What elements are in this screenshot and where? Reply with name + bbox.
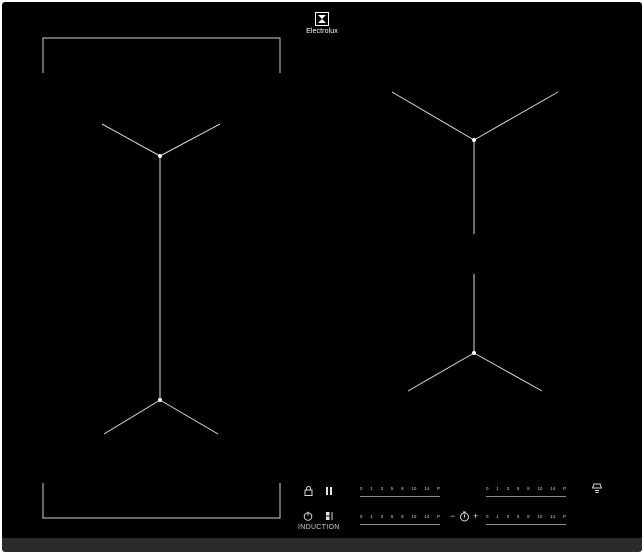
slider-track bbox=[486, 524, 566, 525]
slider-tick: 1 bbox=[370, 514, 373, 519]
power-slider-left-lower[interactable]: 0 1 3 5 8 10 14 P bbox=[360, 514, 440, 526]
lock-icon[interactable] bbox=[304, 486, 313, 499]
slider-tick: 0 bbox=[360, 514, 363, 519]
slider-ticks: 0 1 3 5 8 10 14 P bbox=[486, 486, 566, 492]
slider-tick: 5 bbox=[390, 486, 394, 491]
slider-tick: 1 bbox=[370, 486, 373, 491]
slider-tick: 3 bbox=[506, 514, 510, 519]
right-upper-zone-dot bbox=[472, 138, 476, 142]
power-icon[interactable] bbox=[303, 511, 313, 524]
right-upper-zone-markings bbox=[391, 91, 559, 234]
slider-tick: 1 bbox=[496, 514, 499, 519]
slider-ticks: 0 1 3 5 8 10 14 P bbox=[486, 514, 566, 520]
hob-frame-edge bbox=[2, 538, 642, 552]
right-lower-zone-markings bbox=[407, 274, 543, 392]
power-slider-right-upper[interactable]: 0 1 3 5 8 10 14 P bbox=[486, 486, 566, 498]
timer-minus-button[interactable]: − bbox=[450, 512, 455, 521]
left-upper-zone-dot bbox=[158, 154, 162, 158]
left-zone-frame-bottom bbox=[42, 483, 281, 519]
slider-tick: 8 bbox=[401, 514, 404, 519]
left-lower-chevron-left bbox=[103, 399, 161, 435]
slider-tick: 0 bbox=[360, 486, 363, 491]
slider-tick: 10 bbox=[537, 514, 543, 519]
slider-tick: 8 bbox=[401, 486, 404, 491]
slider-tick: 8 bbox=[527, 486, 530, 491]
slider-tick: 5 bbox=[390, 514, 394, 519]
slider-track bbox=[360, 524, 440, 525]
slider-ticks: 0 1 3 5 8 10 14 P bbox=[360, 486, 440, 492]
slider-tick: 3 bbox=[380, 486, 384, 491]
slider-track bbox=[360, 496, 440, 497]
induction-hob: Electrolux INDUCTION 0 1 3 5 8 10 14 P 0… bbox=[2, 2, 642, 540]
timer-icon-graphic bbox=[460, 511, 469, 522]
right-lower-zone-dot bbox=[472, 351, 476, 355]
cooking-zone-markings bbox=[42, 37, 559, 519]
slider-tick: 1 bbox=[496, 486, 499, 491]
slider-tick: 14 bbox=[424, 514, 430, 519]
slider-tick: P bbox=[436, 486, 440, 491]
left-zone-frame-top bbox=[42, 37, 281, 73]
power-icon-graphic bbox=[303, 511, 313, 521]
slider-tick: 5 bbox=[516, 514, 520, 519]
lock-icon-graphic bbox=[304, 486, 313, 496]
left-lower-zone-dot bbox=[158, 398, 162, 402]
slider-tick: P bbox=[436, 514, 440, 519]
left-lower-chevron-right bbox=[159, 399, 219, 435]
slider-ticks: 0 1 3 5 8 10 14 P bbox=[360, 514, 440, 520]
slider-tick: 0 bbox=[486, 514, 489, 519]
left-upper-chevron-left bbox=[101, 123, 161, 157]
right-upper-chevron-left bbox=[391, 91, 475, 141]
timer-plus-button[interactable]: + bbox=[473, 512, 478, 521]
timer-icon[interactable] bbox=[459, 511, 470, 525]
right-lower-chevron-right bbox=[473, 352, 543, 392]
slider-tick: 5 bbox=[516, 486, 520, 491]
bridge-icon[interactable] bbox=[325, 511, 335, 524]
slider-tick: 10 bbox=[411, 514, 417, 519]
slider-tick: 14 bbox=[550, 514, 556, 519]
left-upper-chevron-right bbox=[159, 123, 221, 157]
pause-icon[interactable] bbox=[325, 486, 333, 499]
slider-tick: 10 bbox=[537, 486, 543, 491]
pause-icon-graphic bbox=[326, 487, 332, 495]
induction-label: INDUCTION bbox=[298, 524, 340, 531]
slider-tick: 0 bbox=[486, 486, 489, 491]
slider-track bbox=[486, 496, 566, 497]
power-slider-right-lower[interactable]: 0 1 3 5 8 10 14 P bbox=[486, 514, 566, 526]
slider-tick: 10 bbox=[411, 486, 417, 491]
right-upper-chevron-right bbox=[473, 91, 559, 141]
slider-tick: P bbox=[562, 514, 566, 519]
slider-tick: 14 bbox=[424, 486, 430, 491]
slider-tick: P bbox=[562, 486, 566, 491]
left-zone-markings bbox=[101, 123, 221, 435]
bridge-icon-graphic bbox=[326, 512, 333, 520]
slider-tick: 3 bbox=[506, 486, 510, 491]
hood-fan-icon-graphic bbox=[591, 483, 603, 493]
hood-fan-icon[interactable] bbox=[591, 483, 603, 497]
slider-tick: 14 bbox=[550, 486, 556, 491]
slider-tick: 3 bbox=[380, 514, 384, 519]
right-lower-chevron-left bbox=[407, 352, 475, 392]
power-slider-left-upper[interactable]: 0 1 3 5 8 10 14 P bbox=[360, 486, 440, 498]
slider-tick: 8 bbox=[527, 514, 530, 519]
